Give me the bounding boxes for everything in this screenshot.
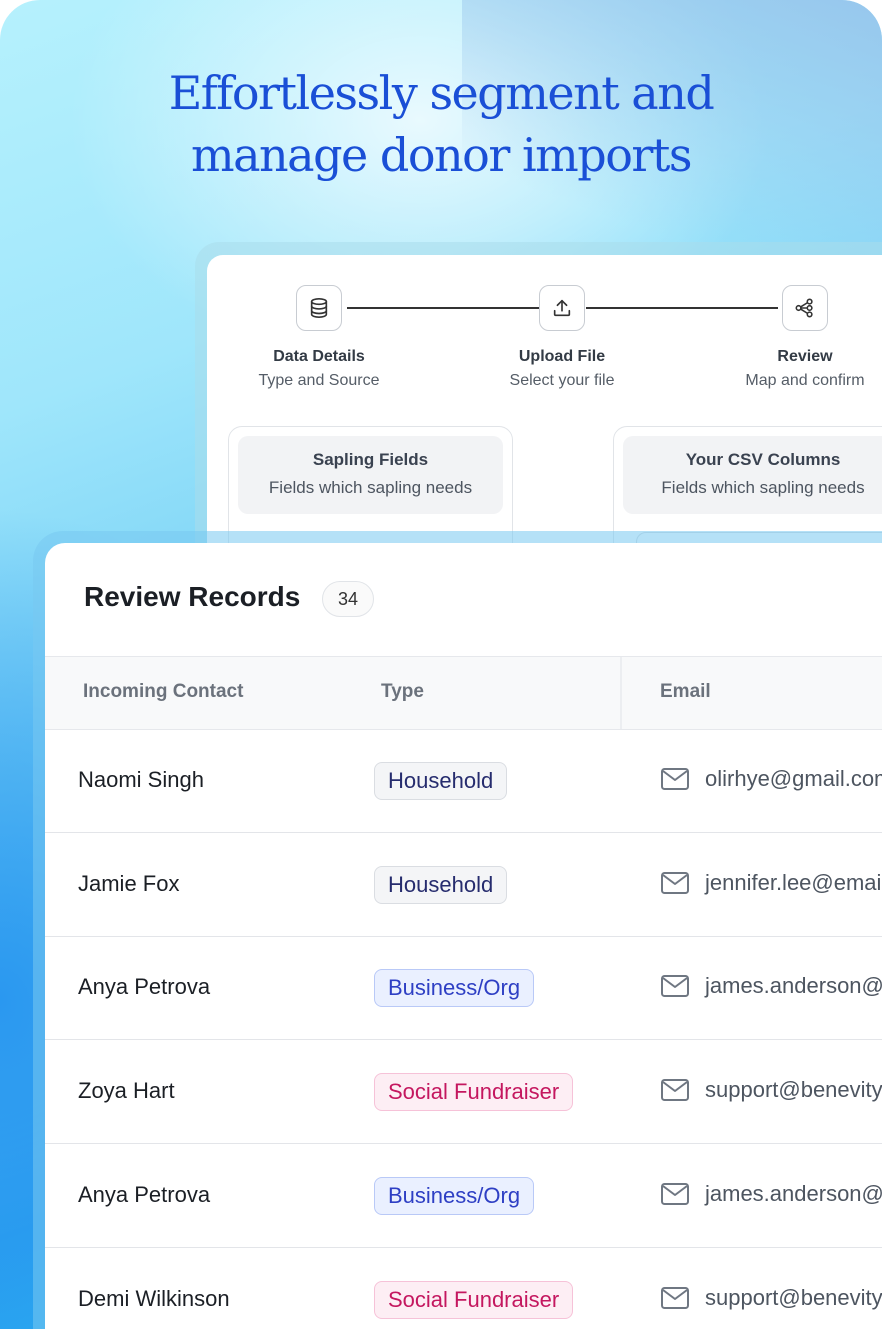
contact-type-badge[interactable]: Household [374,762,508,800]
table-header: Incoming Contact Type Email [45,656,882,730]
column-header-type[interactable]: Type [381,681,424,703]
database-icon [310,298,328,318]
mail-icon [660,1182,690,1211]
step-title: Data Details [273,348,365,365]
column-header-contact[interactable]: Incoming Contact [83,681,243,703]
csv-columns-title: Your CSV Columns [685,450,841,469]
sapling-fields-subtitle: Fields which sapling needs [268,478,473,497]
step-connector [347,307,539,309]
table-row[interactable]: Anya Petrova Business/Org james.anderson@e… [45,936,882,1041]
contact-email: james.anderson@email.com [705,1180,882,1206]
contact-name: Naomi Singh [78,767,204,792]
contact-name: Zoya Hart [78,1078,175,1104]
step-upload-file[interactable] [539,285,585,331]
step-review[interactable] [782,285,828,331]
contact-type-badge[interactable]: Household [374,865,508,904]
step-data-details[interactable] [296,285,342,331]
table-row[interactable]: Demi Wilkinson Social Fundraiser support@b… [45,1248,882,1329]
table-row[interactable]: Anya Petrova Business/Org james.anderson@e… [45,1144,882,1248]
column-divider[interactable] [620,657,622,729]
contact-email: support@benevity.com [705,1077,882,1103]
upload-icon [553,299,571,317]
step-subtitle: Map and confirm [745,372,865,389]
share-nodes-icon [795,298,813,318]
mail-icon [660,974,690,1003]
mail-icon [660,1078,690,1107]
promo-canvas: Effortlessly segment and manage donor im… [0,0,882,1329]
step-subtitle: Type and Source [258,372,380,389]
headline: Effortlessly segment and manage donor im… [0,62,882,186]
headline-line-1: Effortlessly segment and [168,66,715,120]
table-row[interactable]: Naomi Singh Household olirhye@gmail.com [45,729,882,833]
review-records-title: Review Records [84,581,301,612]
step-subtitle: Select your file [509,372,615,389]
contact-type-badge[interactable]: Business/Org [374,1176,535,1215]
contact-email: support@benevity.com [705,1284,882,1310]
contact-type-badge[interactable]: Social Fundraiser [374,1073,574,1112]
step-title: Upload File [518,348,606,365]
csv-columns-subtitle: Fields which sapling needs [661,478,865,497]
headline-line-2: manage donor imports [190,128,693,182]
contact-email: jennifer.lee@email.com [705,869,882,895]
contact-name: Anya Petrova [78,974,211,1000]
contact-email: olirhye@gmail.com [705,766,882,791]
table-row[interactable]: Jamie Fox Household jennifer.lee@email.com [45,833,882,937]
mail-icon [660,1286,690,1315]
contact-name: Anya Petrova [78,1181,211,1207]
table-row[interactable]: Zoya Hart Social Fundraiser support@benevi… [45,1040,882,1145]
contact-email: james.anderson@email.com [705,973,882,999]
step-title: Review [777,348,833,365]
mail-icon [660,871,690,900]
csv-columns-header: Your CSV Columns Fields which sapling ne… [623,436,882,514]
contact-type-badge[interactable]: Social Fundraiser [374,1280,574,1319]
contact-name: Jamie Fox [78,870,180,896]
mail-icon [660,767,690,796]
step-connector [586,307,778,309]
contact-type-badge[interactable]: Business/Org [374,969,535,1008]
sapling-fields-title: Sapling Fields [312,450,429,469]
contact-name: Demi Wilkinson [78,1285,230,1311]
sapling-fields-header: Sapling Fields Fields which sapling need… [238,436,503,514]
review-records-panel: Review Records 34 Incoming Contact Type … [45,543,882,1329]
record-count-badge: 34 [322,581,374,617]
column-header-email[interactable]: Email [660,681,711,703]
